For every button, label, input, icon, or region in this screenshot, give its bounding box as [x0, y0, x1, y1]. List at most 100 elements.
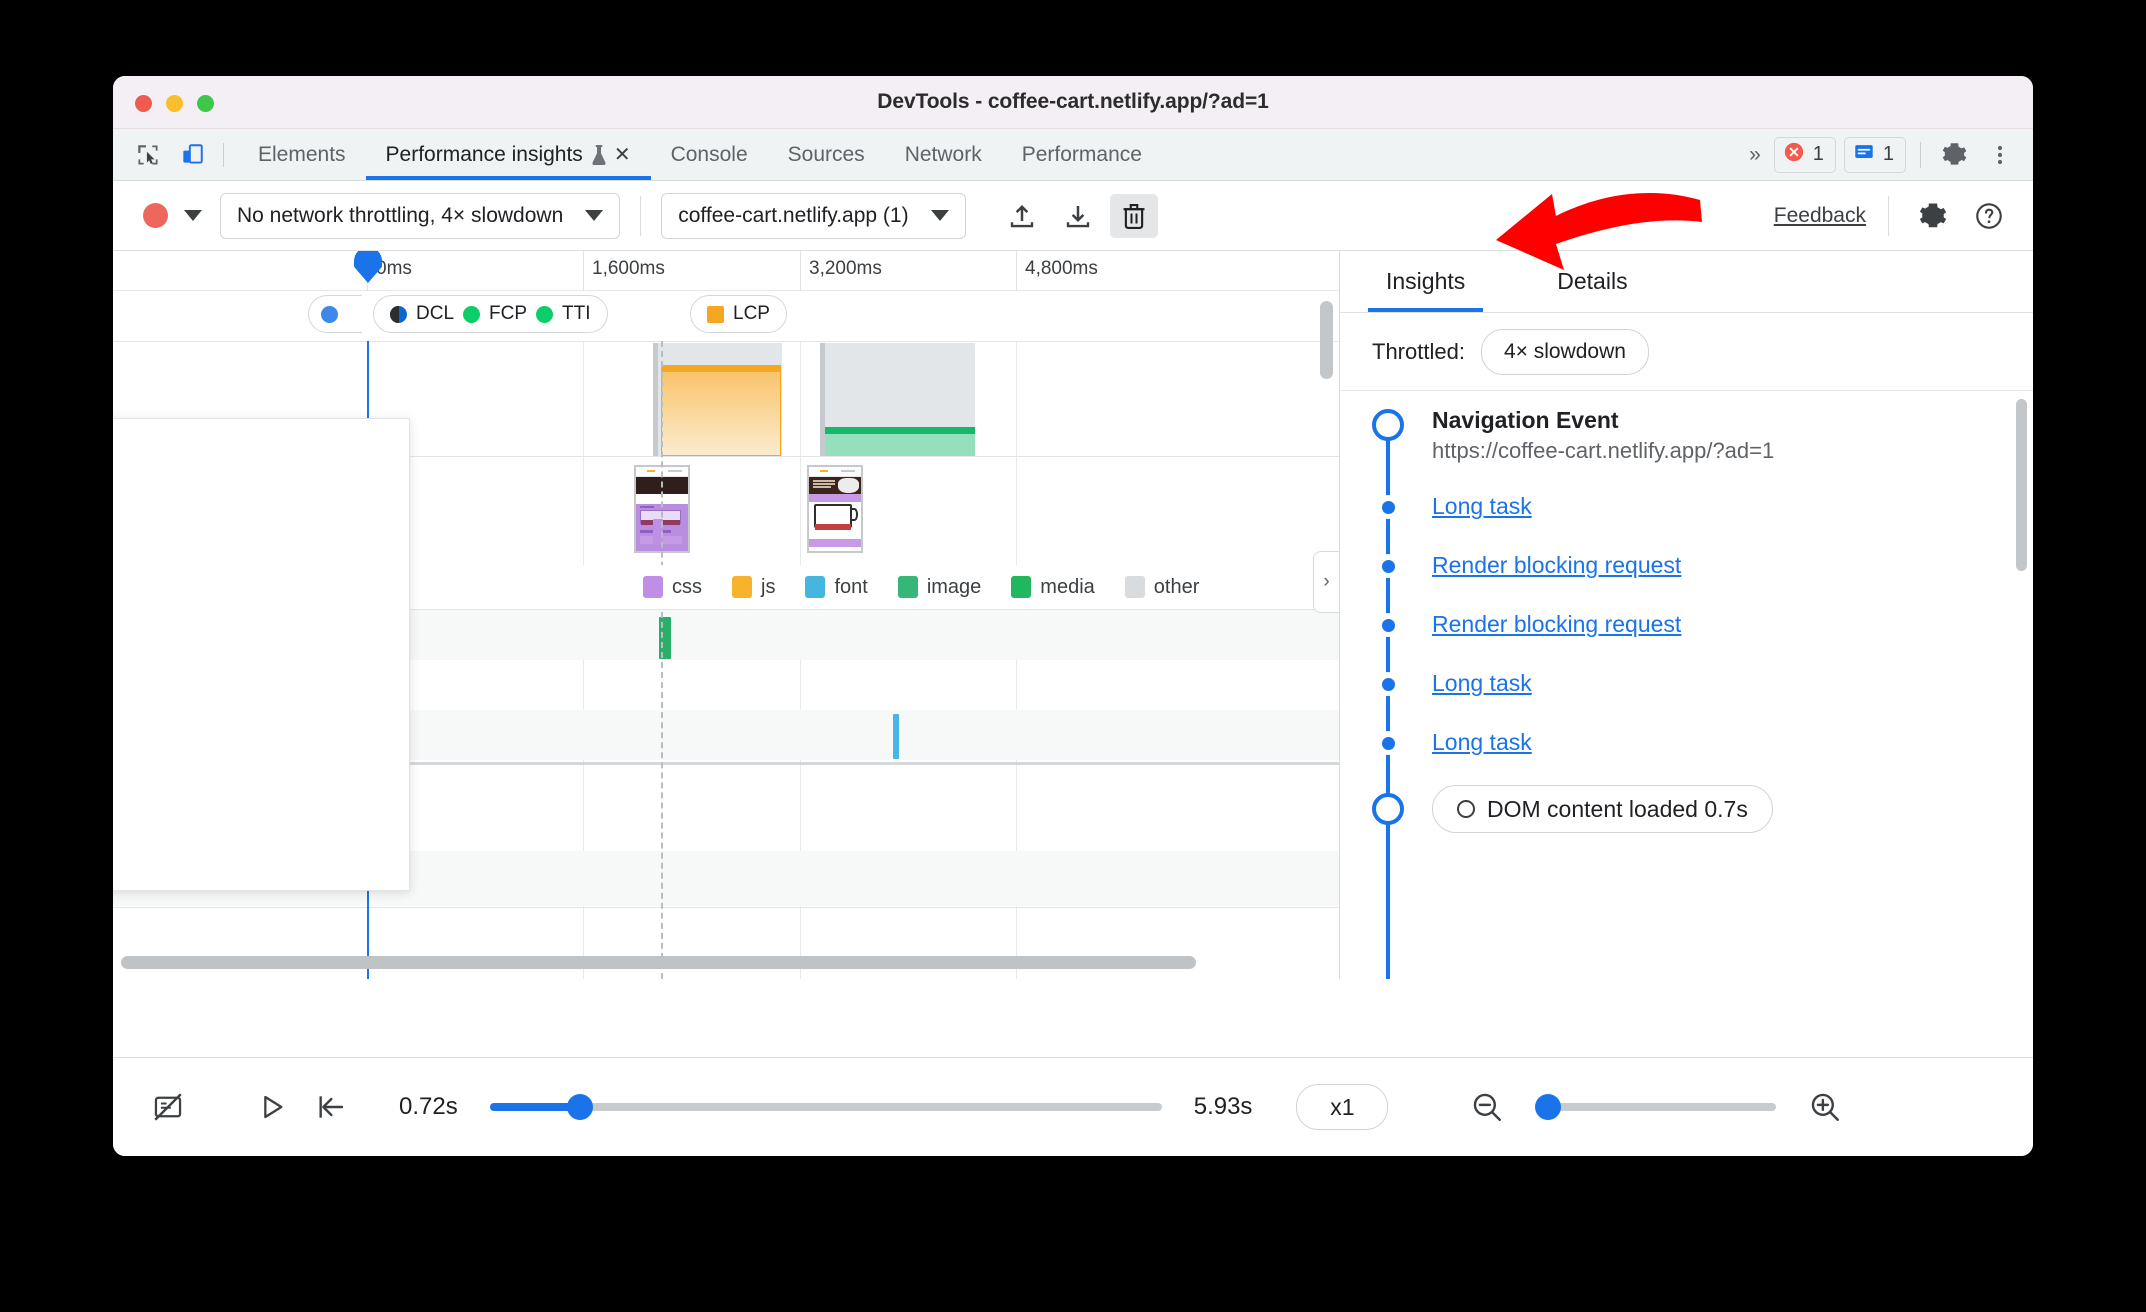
ruler-tick-label: 1,600ms: [592, 258, 665, 279]
timeline-tracks[interactable]: css js font image media other: [113, 341, 1339, 979]
feedback-link[interactable]: Feedback: [1774, 204, 1866, 228]
insight-link-long-task[interactable]: Long task: [1432, 493, 1532, 519]
zoom-out-icon[interactable]: [1460, 1080, 1514, 1134]
marker-pill-partial[interactable]: [308, 295, 362, 333]
tab-performance-insights[interactable]: Performance insights ✕: [365, 129, 651, 180]
time-range-knob[interactable]: [566, 1094, 593, 1120]
zoom-slider-knob[interactable]: [1535, 1094, 1562, 1120]
dom-content-loaded-chip[interactable]: DOM content loaded 0.7s: [1432, 785, 1773, 833]
tab-elements[interactable]: Elements: [238, 129, 366, 180]
tab-console[interactable]: Console: [651, 129, 768, 180]
tab-network[interactable]: Network: [885, 129, 1002, 180]
recording-select[interactable]: coffee-cart.netlify.app (1): [661, 192, 966, 239]
error-count: 1: [1812, 143, 1824, 165]
timeline-panel[interactable]: 0ms 1,600ms 3,200ms 4,800ms DCL FCP TTI …: [113, 251, 1340, 979]
expand-sidebar-button[interactable]: ›: [1313, 551, 1339, 613]
insight-link-render-blocking-request[interactable]: Render blocking request: [1432, 611, 1681, 637]
record-options-caret[interactable]: [184, 210, 202, 221]
tab-performance-label: Performance: [1021, 142, 1142, 166]
throttling-select[interactable]: No network throttling, 4× slowdown: [220, 192, 621, 239]
insight-item[interactable]: Render blocking request: [1432, 552, 1681, 579]
window-controls[interactable]: [135, 95, 214, 112]
zoom-slider[interactable]: [1535, 1094, 1777, 1120]
insight-node-dot[interactable]: [1376, 495, 1400, 519]
message-count: 1: [1882, 143, 1894, 165]
message-icon: [1853, 141, 1875, 168]
legend-swatch-other: [1124, 576, 1145, 598]
devtools-tabbar: Elements Performance insights ✕ Console: [113, 129, 2033, 181]
throttled-row: Throttled: 4× slowdown: [1340, 313, 2033, 391]
message-count-badge[interactable]: 1: [1843, 136, 1906, 173]
insight-link-long-task[interactable]: Long task: [1432, 729, 1532, 755]
inspect-cursor-icon[interactable]: [129, 136, 167, 174]
insight-item[interactable]: Long task: [1432, 729, 1532, 756]
insight-item[interactable]: Render blocking request: [1432, 611, 1681, 638]
timeline-ruler[interactable]: 0ms 1,600ms 3,200ms 4,800ms: [113, 251, 1339, 291]
network-request-media[interactable]: [825, 427, 975, 456]
start-time-label: 0.72s: [399, 1093, 458, 1120]
insight-node-dot[interactable]: [1376, 672, 1400, 696]
insight-node-dot[interactable]: [1376, 554, 1400, 578]
insight-link-long-task[interactable]: Long task: [1432, 670, 1532, 696]
marker-pill-dcl-fcp-tti[interactable]: DCL FCP TTI: [373, 295, 608, 333]
gear-icon[interactable]: [1909, 194, 1957, 238]
more-tabs-icon[interactable]: »: [1741, 143, 1766, 167]
network-request-js[interactable]: [661, 365, 781, 456]
insights-scrollbar[interactable]: [2016, 399, 2027, 571]
timeline-vertical-scrollbar[interactable]: [1320, 301, 1333, 379]
filmstrip-thumbnail[interactable]: [807, 465, 863, 553]
tab-strip: Elements Performance insights ✕ Console: [238, 129, 1162, 180]
zoom-in-icon[interactable]: [1798, 1080, 1852, 1134]
timeline-event-font[interactable]: [893, 714, 899, 759]
insight-node-dot[interactable]: [1376, 731, 1400, 755]
record-button[interactable]: [143, 203, 168, 228]
play-icon[interactable]: [245, 1080, 299, 1134]
tab-performance[interactable]: Performance: [1002, 129, 1162, 180]
tab-console-label: Console: [670, 142, 748, 166]
timeline-hairline: [661, 341, 663, 979]
close-window-button[interactable]: [135, 95, 152, 112]
insight-link-render-blocking-request[interactable]: Render blocking request: [1432, 552, 1681, 578]
insight-navigation-url: https://coffee-cart.netlify.app/?ad=1: [1432, 438, 1775, 463]
tab-sources[interactable]: Sources: [768, 129, 885, 180]
playback-speed-pill[interactable]: x1: [1296, 1084, 1389, 1130]
insight-item[interactable]: Long task: [1432, 670, 1532, 697]
screenshots-off-icon[interactable]: [141, 1080, 195, 1134]
insights-list[interactable]: Navigation Event https://coffee-cart.net…: [1340, 391, 2033, 979]
trash-icon[interactable]: [1109, 193, 1158, 238]
throttled-value-pill[interactable]: 4× slowdown: [1480, 328, 1649, 375]
close-icon[interactable]: ✕: [614, 145, 631, 165]
help-icon[interactable]: [1965, 194, 2013, 238]
time-range-slider[interactable]: [489, 1094, 1162, 1120]
legend-item-font: font: [805, 575, 868, 599]
insight-node-navigation[interactable]: [1372, 409, 1404, 441]
three-dot-menu-icon[interactable]: [1981, 136, 2019, 174]
minimize-window-button[interactable]: [166, 95, 183, 112]
jump-to-start-icon[interactable]: [303, 1080, 357, 1134]
insight-node-dot[interactable]: [1376, 613, 1400, 637]
dcl-chip-label: DOM content loaded 0.7s: [1487, 795, 1748, 822]
tab-performance-insights-label: Performance insights: [385, 142, 583, 166]
maximize-window-button[interactable]: [197, 95, 214, 112]
tabbar-left-icons: [113, 129, 238, 180]
device-toolbar-icon[interactable]: [173, 136, 211, 174]
insight-item[interactable]: Long task: [1432, 493, 1532, 520]
main-content: 0ms 1,600ms 3,200ms 4,800ms DCL FCP TTI …: [113, 251, 2033, 979]
insight-navigation-event[interactable]: Navigation Event https://coffee-cart.net…: [1432, 407, 1774, 464]
chevron-down-icon: [585, 210, 604, 221]
legend-label-other: other: [1153, 575, 1200, 598]
upload-icon[interactable]: [998, 194, 1046, 238]
download-icon[interactable]: [1054, 194, 1102, 238]
marker-label-lcp: LCP: [733, 303, 770, 324]
gear-icon[interactable]: [1935, 136, 1973, 174]
error-count-badge[interactable]: 1: [1773, 136, 1836, 173]
legend-label-js: js: [761, 575, 776, 598]
tab-insights[interactable]: Insights: [1340, 251, 1511, 312]
beaker-icon: [591, 144, 606, 165]
legend-label-font: font: [834, 575, 868, 598]
tab-details[interactable]: Details: [1511, 251, 1673, 312]
insight-node-dom-content-loaded[interactable]: [1372, 793, 1404, 825]
recording-value: coffee-cart.netlify.app (1): [678, 203, 909, 227]
timeline-horizontal-scrollbar[interactable]: [121, 956, 1196, 969]
marker-pill-lcp[interactable]: LCP: [690, 295, 787, 333]
